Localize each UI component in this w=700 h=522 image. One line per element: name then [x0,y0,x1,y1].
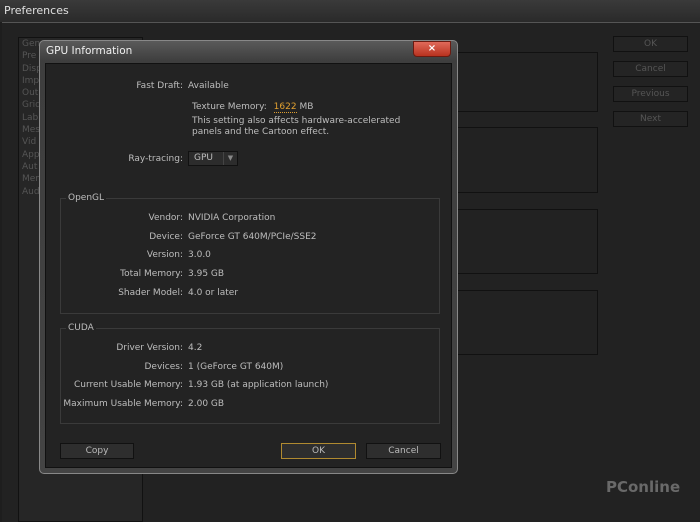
dialog-title: GPU Information [46,45,133,57]
opengl-label: Vendor: [148,213,184,223]
opengl-value: NVIDIA Corporation [188,213,276,223]
fast-draft-label: Fast Draft: [136,81,183,91]
fast-draft-value: Available [188,81,229,91]
dialog-content: Fast Draft: Available Texture Memory: 16… [45,63,452,468]
opengl-label: Shader Model: [118,287,183,298]
ray-tracing-label: Ray-tracing: [128,154,183,164]
copy-button[interactable]: Copy [60,443,134,459]
background-panel [455,209,598,274]
opengl-label: Version: [146,250,183,261]
cuda-value: 2.00 GB [188,399,225,410]
cancel-button[interactable]: Cancel [366,443,441,459]
preferences-ok-button[interactable]: OK [613,36,688,52]
cuda-label: Maximum Usable Memory: [63,399,183,410]
preferences-title: Preferences [0,0,700,22]
opengl-label: Device: [149,231,183,242]
background-panel [455,127,598,193]
ray-tracing-value: GPU [194,153,213,163]
preferences-next-button[interactable]: Next [613,111,688,127]
background-panel [455,52,598,112]
opengl-title: OpenGL [66,193,107,203]
opengl-value: 3.0.0 [188,250,211,261]
texture-memory-value[interactable]: 1622 [273,102,297,113]
opengl-label: Total Memory: [120,269,183,280]
close-button[interactable]: × [413,41,451,57]
texture-memory-label: Texture Memory: [192,102,267,112]
chevron-down-icon: ▼ [223,152,237,165]
note-line-2: panels and the Cartoon effect. [192,127,330,137]
cuda-value: 1 (GeForce GT 640M) [188,361,284,372]
preferences-previous-button[interactable]: Previous [613,86,688,102]
gpu-information-dialog: GPU Information × Fast Draft: Available … [39,40,458,474]
opengl-value: 3.95 GB [188,269,225,280]
cuda-label: Driver Version: [116,343,183,353]
opengl-value: 4.0 or later [188,287,239,298]
cuda-title: CUDA [66,323,96,333]
cuda-label: Current Usable Memory: [73,380,183,391]
cuda-value: 1.93 GB (at application launch) [188,380,329,391]
texture-memory-unit: MB [299,102,314,112]
watermark-logo: PConline [606,478,681,496]
ok-button[interactable]: OK [281,443,356,459]
preferences-cancel-button[interactable]: Cancel [613,61,688,77]
opengl-value: GeForce GT 640M/PCIe/SSE2 [188,231,317,242]
cuda-label: Devices: [144,361,183,372]
note-line-1: This setting also affects hardware-accel… [192,116,401,126]
ray-tracing-select[interactable]: GPU ▼ [188,151,238,166]
background-panel [455,290,598,355]
cuda-value: 4.2 [188,343,203,353]
